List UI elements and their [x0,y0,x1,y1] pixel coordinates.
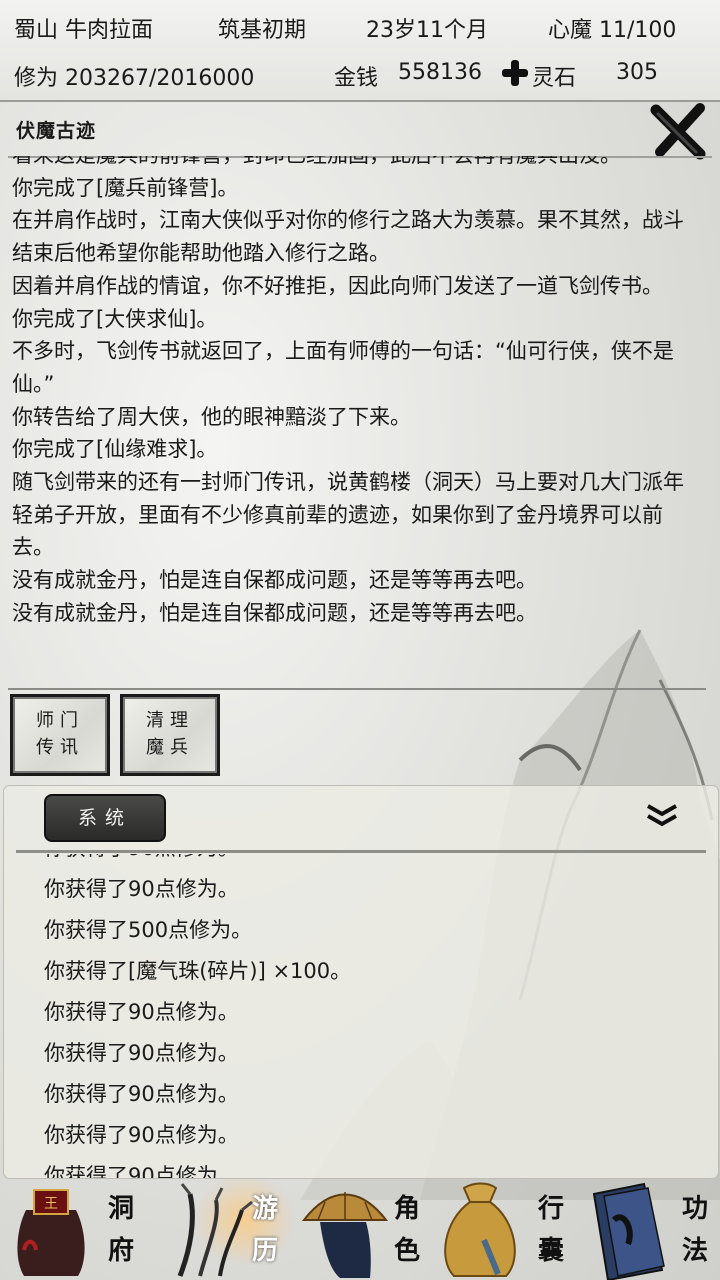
list-item: 你获得了[魔气珠(碎片)] ×100。 [44,959,352,983]
list-item: 你获得了90点修为。 [44,1082,239,1106]
spirit-stone-label: 灵石 [532,66,577,91]
add-spirit-stone-icon[interactable] [502,60,528,86]
spirit-stone-value: 305 [616,60,658,85]
story-line: 看来这是魔兵的前锋营，封印已经加固，此后不会再有魔兵出没。 [12,156,696,172]
bottom-nav: 王 洞 府 游 历 角 色 行 囊 功 法 [0,1180,720,1280]
nav-travel[interactable]: 游 历 [150,1180,300,1280]
close-icon[interactable] [648,100,710,162]
location-label: 蜀山 牛肉拉面 [14,18,153,43]
nav-cave-dwelling[interactable]: 王 洞 府 [0,1180,150,1280]
sect-message-button[interactable]: 师门 传讯 [10,694,110,776]
chevron-double-down-icon[interactable] [644,800,680,830]
story-line: 随飞剑带来的还有一封师门传讯，说黄鹤楼（洞天）马上要对几大门派年轻弟子开放，里面… [12,470,684,560]
system-message-panel: 系统 你获得了90点修为。你获得了90点修为。你获得了500点修为。你获得了[魔… [4,786,718,1178]
money-value: 558136 [398,60,482,85]
story-line: 你转告给了周大侠，他的眼神黯淡了下来。 [12,404,411,429]
divider [16,850,706,853]
list-item: 你获得了500点修为。 [44,918,253,942]
cultivation-label: 修为 203267/2016000 [14,66,255,91]
story-line: 你完成了[大侠求仙]。 [12,306,218,331]
story-line: 你完成了[仙缘难求]。 [12,437,218,462]
list-item: 你获得了90点修为。 [44,1041,239,1065]
list-item: 你获得了90点修为。 [44,1000,239,1024]
realm-label: 筑基初期 [218,18,307,43]
list-item: 你获得了90点修为。 [44,1123,239,1147]
bamboo-hat-icon [301,1192,389,1278]
pouch-icon [444,1182,516,1277]
tab-system[interactable]: 系统 [44,794,166,842]
divider [8,688,706,690]
story-log[interactable]: 看来这是魔兵的前锋营，封印已经加固，此后不会再有魔兵出没。你完成了[魔兵前锋营]… [12,156,696,688]
story-line: 你完成了[魔兵前锋营]。 [12,175,239,200]
treasure-bag-icon: 王 [17,1189,85,1276]
nav-character[interactable]: 角 色 [300,1180,440,1280]
story-line: 不多时，飞剑传书就返回了，上面有师傅的一句话：“仙可行侠，侠不是仙。” [12,339,674,396]
story-line: 因着并肩作战的情谊，你不好推拒，因此向师门发送了一道飞剑传书。 [12,273,663,298]
heart-demon-label: 心魔 11/100 [548,18,677,43]
status-bar: 蜀山 牛肉拉面 筑基初期 23岁11个月 心魔 11/100 修为 203267… [0,0,720,102]
panel-title: 伏魔古迹 [16,120,97,142]
reed-brush-icon [177,1183,253,1277]
list-item: 你获得了90点修为。 [44,877,239,901]
story-line: 没有成就金丹，怕是连自保都成问题，还是等等再去吧。 [12,600,537,625]
system-message-list[interactable]: 你获得了90点修为。你获得了90点修为。你获得了500点修为。你获得了[魔气珠(… [44,854,684,1178]
story-line: 没有成就金丹，怕是连自保都成问题，还是等等再去吧。 [12,568,537,593]
scroll-book-icon [592,1182,665,1280]
svg-text:王: 王 [44,1196,58,1212]
nav-inventory[interactable]: 行 囊 [440,1180,580,1280]
nav-techniques[interactable]: 功 法 [580,1180,720,1280]
clear-demon-soldiers-button[interactable]: 清理 魔兵 [120,694,220,776]
age-label: 23岁11个月 [366,18,488,43]
story-line: 在并肩作战时，江南大侠似乎对你的修行之路大为羡慕。果不其然，战斗结束后他希望你能… [12,208,684,266]
list-item: 你获得了90点修为。 [44,854,351,869]
money-label: 金钱 [334,66,379,91]
